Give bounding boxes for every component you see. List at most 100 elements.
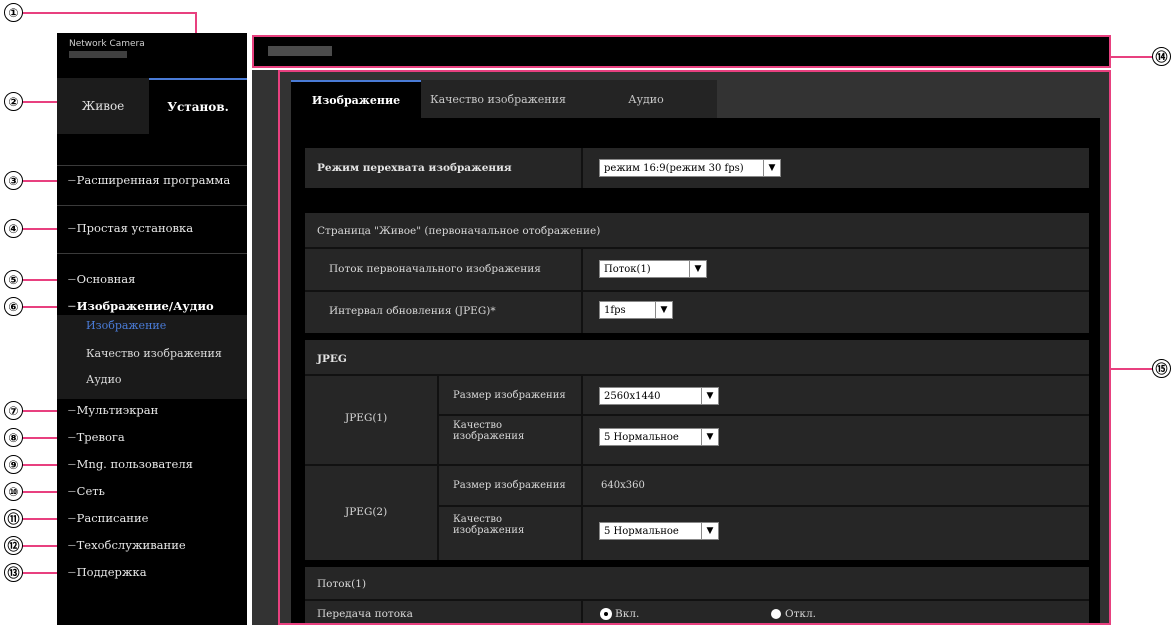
select-value: Поток(1) [604,263,651,275]
stream1-header: Поток(1) [317,578,367,590]
jpeg1-label: JPEG(1) [345,412,388,424]
row-divider [305,247,1089,249]
tab-image[interactable]: Изображение [291,80,421,118]
row-divider [305,464,1089,466]
callout-4: ④ [4,219,23,238]
sidebar-item-alarm[interactable]: −Тревога [67,430,125,444]
callout-1-leader-h [16,12,196,14]
sidebar-item-multiscreen[interactable]: −Мультиэкран [67,403,158,417]
dash-glyph: − [67,484,77,498]
jpeg2-quality-label: Качество изображения [453,514,525,536]
jpeg2-label: JPEG(2) [345,506,388,518]
sidebar-item-users[interactable]: −Мng. пользователя [67,457,193,471]
live-page-header: Страница "Живое" (первоначальное отображ… [317,225,601,237]
dash-glyph: − [67,221,77,235]
sidebar: Network Camera Живое Установ. −Расширенн… [57,33,247,625]
chevron-down-icon: ▼ [763,160,780,176]
stream1-section: Поток(1) Передача потока Вкл. Откл. [305,567,1089,625]
sidebar-item-label: Расширенная программа [76,173,231,187]
initial-stream-select[interactable]: Поток(1) ▼ [599,260,707,278]
sidebar-item-label: Изображение/Аудио [76,299,214,313]
sidebar-item-label: Простая установка [76,221,194,235]
camera-model-blur [69,51,127,58]
stream-tx-off-radio[interactable] [771,609,781,619]
jpeg-section: JPEG JPEG(1) Размер изображения 2560x144… [305,340,1089,560]
sidebar-item-label: Мультиэкран [76,403,159,417]
menu-divider [57,165,247,166]
sidebar-item-advanced[interactable]: −Расширенная программа [67,173,230,187]
dash-glyph: − [67,538,77,552]
menu-divider [57,253,247,254]
sidebar-item-support[interactable]: −Поддержка [67,565,147,579]
chevron-down-icon: ▼ [701,429,718,445]
live-page-section: Страница "Живое" (первоначальное отображ… [305,213,1089,333]
sidebar-item-schedule[interactable]: −Расписание [67,511,148,525]
jpeg2-size-label: Размер изображения [453,480,566,491]
capture-mode-select[interactable]: режим 16:9(режим 30 fps) ▼ [599,159,781,177]
callout-11: ⑪ [4,509,23,528]
title-bar [252,35,1111,68]
jpeg2-quality-select[interactable]: 5 Нормальное ▼ [599,522,719,540]
row-divider [581,599,583,625]
submenu-image-audio: Изображение Качество изображения Аудио [57,315,247,399]
stream-tx-off-label: Откл. [785,608,816,620]
callout-1: ① [4,3,23,22]
row-divider [437,374,439,560]
stream-tx-label: Передача потока [317,608,413,620]
jpeg1-size-select[interactable]: 2560x1440 ▼ [599,387,719,405]
select-value: 1fps [604,304,626,316]
callout-15: ⑮ [1152,359,1171,378]
jpeg1-quality-label: Качество изображения [453,420,525,442]
callout-12: ⑫ [4,536,23,555]
capture-mode-row: Режим перехвата изображения режим 16:9(р… [305,148,1089,188]
camera-logo: Network Camera [69,39,145,49]
callout-6: ⑥ [4,297,23,316]
tab-audio[interactable]: Аудио [575,80,717,118]
dash-glyph: − [67,457,77,471]
dash-glyph: − [67,511,77,525]
stream-tx-on-label: Вкл. [615,608,640,620]
submenu-item-audio[interactable]: Аудио [86,373,122,386]
callout-8: ⑧ [4,428,23,447]
refresh-interval-label: Интервал обновления (JPEG)* [329,305,496,317]
callout-14-leader [1111,56,1156,58]
callout-14: ⑭ [1152,47,1171,66]
row-divider [305,374,1089,376]
sidebar-item-label: Тревога [76,430,125,444]
select-value: 5 Нормальное [604,525,679,537]
row-divider [581,148,583,188]
row-divider [305,599,1089,601]
tab-live[interactable]: Живое [57,78,149,134]
select-value: 2560x1440 [604,390,661,402]
sidebar-item-basic[interactable]: −Основная [67,272,135,286]
submenu-item-quality[interactable]: Качество изображения [86,347,222,360]
stream-tx-on-radio[interactable] [601,609,611,619]
sidebar-item-label: Расписание [76,511,149,525]
row-divider [439,505,1089,507]
sidebar-item-image-audio[interactable]: −Изображение/Аудио [67,299,214,313]
callout-10: ⑩ [4,482,23,501]
callout-3: ③ [4,171,23,190]
submenu-item-image[interactable]: Изображение [86,319,166,332]
sidebar-item-label: Основная [76,272,136,286]
jpeg-header: JPEG [317,353,347,365]
tab-quality[interactable]: Качество изображения [421,80,575,118]
sidebar-item-simple[interactable]: −Простая установка [67,221,193,235]
camera-title-blur [268,46,332,56]
sidebar-item-label: Техобслуживание [76,538,186,552]
sidebar-item-maintenance[interactable]: −Техобслуживание [67,538,186,552]
tab-setup[interactable]: Установ. [149,78,247,134]
sidebar-item-network[interactable]: −Сеть [67,484,105,498]
dash-glyph: − [67,430,77,444]
select-value: режим 16:9(режим 30 fps) [604,162,744,174]
row-divider [581,374,583,560]
callout-13: ⑬ [4,563,23,582]
jpeg1-quality-select[interactable]: 5 Нормальное ▼ [599,428,719,446]
callout-9: ⑨ [4,455,23,474]
capture-mode-label: Режим перехвата изображения [317,162,512,174]
select-value: 5 Нормальное [604,431,679,443]
chevron-down-icon: ▼ [701,523,718,539]
jpeg1-size-label: Размер изображения [453,390,566,401]
dash-glyph: − [67,403,77,417]
refresh-interval-select[interactable]: 1fps ▼ [599,301,673,319]
